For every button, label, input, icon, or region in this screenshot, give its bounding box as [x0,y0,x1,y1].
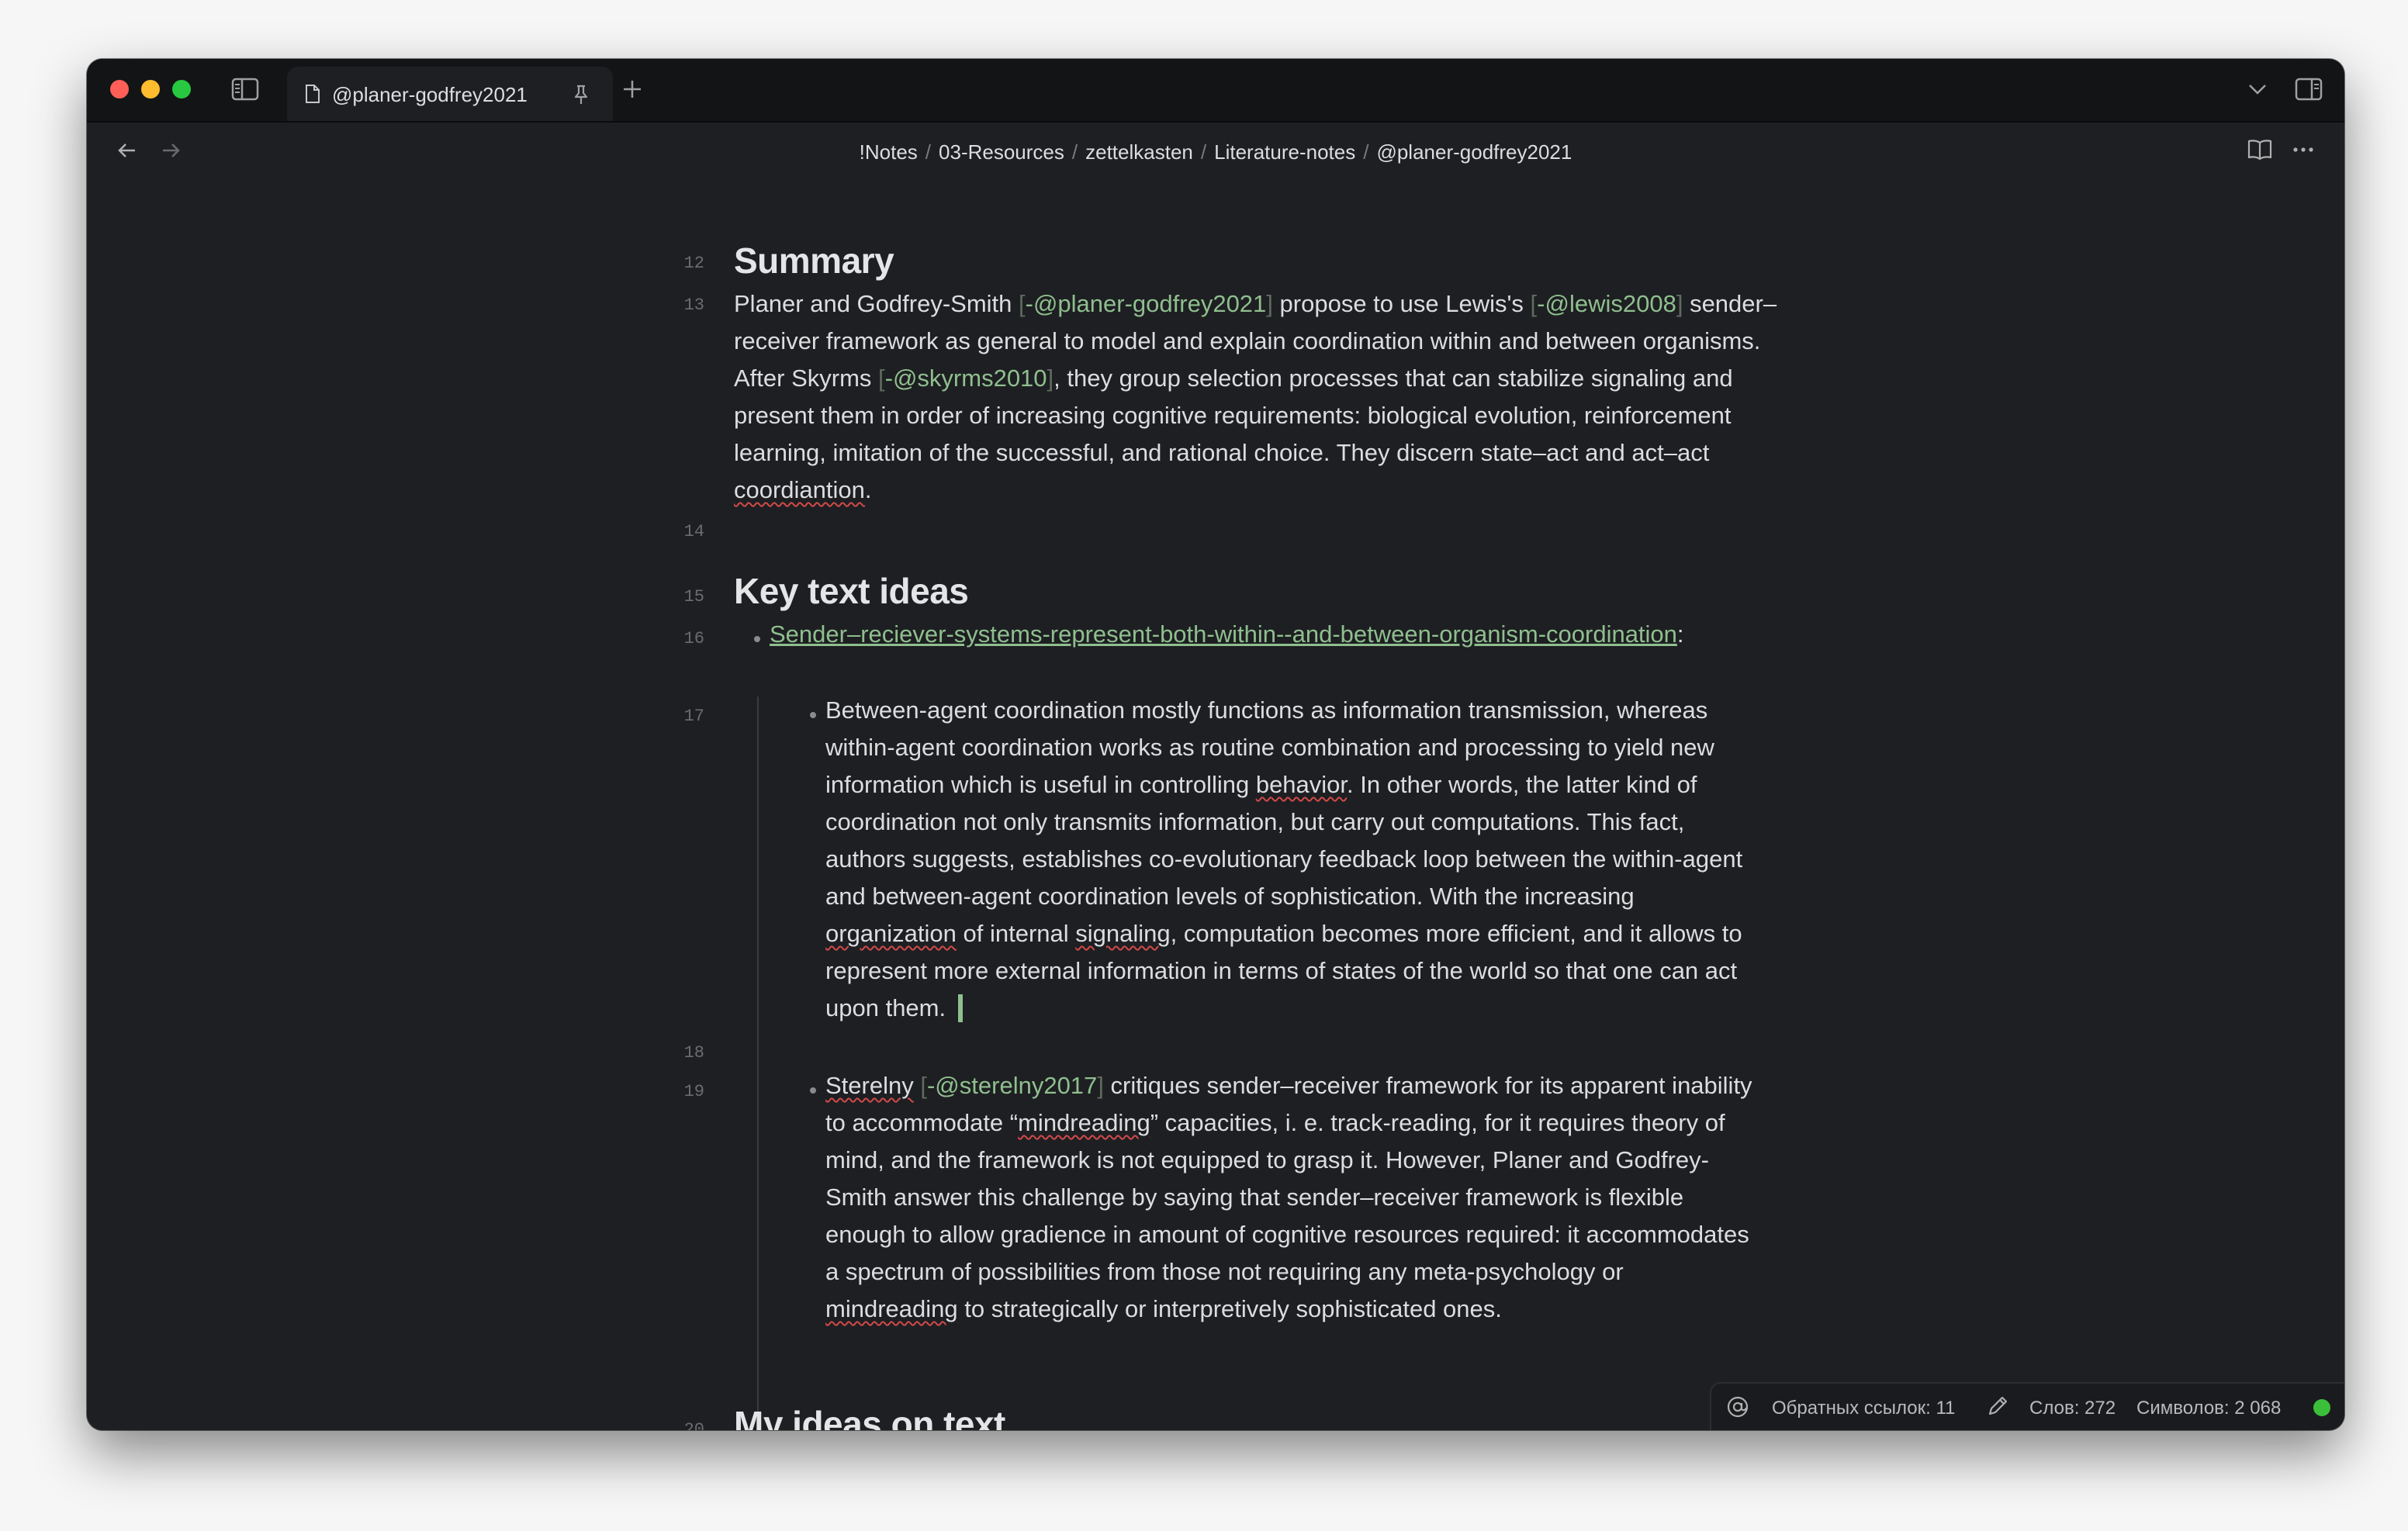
title-bar: @planer-godfrey2021 [87,59,2344,123]
breadcrumb-separator: / [1200,140,1207,164]
chevron-down-icon[interactable] [2247,81,2268,98]
misspelled-word[interactable]: behavior [1256,771,1347,798]
citation-bracket: ] [1097,1072,1104,1099]
line-number: 20 [683,1420,704,1430]
text-run: : [1676,620,1684,648]
line-number: 15 [683,587,704,607]
book-open-icon[interactable] [2247,138,2273,161]
pin-icon[interactable] [571,84,591,105]
line-number: 19 [683,1082,704,1101]
list-item: Between-agent coordination mostly functi… [825,692,1756,1027]
line-number: 17 [683,707,704,726]
breadcrumb-item[interactable]: 03-Resources [939,140,1064,164]
internal-link[interactable]: Sender–reciever-systems-represent-both-w… [770,620,1677,648]
citation-key: -@planer-godfrey2021 [1025,290,1267,317]
zoom-window-button[interactable] [172,80,191,98]
breadcrumb-item[interactable]: zettelkasten [1085,140,1193,164]
at-sign-icon[interactable] [1725,1394,1750,1419]
breadcrumb-separator: / [1071,140,1078,164]
citation-key: -@skyrms2010 [884,365,1047,392]
app-window: @planer-godfrey2021 !Notes / 03-Resources /… [87,59,2344,1430]
breadcrumb-item[interactable]: Literature-notes [1214,140,1355,164]
text-run: to strategically or interpretively sophi… [957,1295,1502,1322]
misspelled-word[interactable]: mindreading [1018,1109,1150,1136]
breadcrumb-item[interactable]: !Notes [860,140,918,164]
summary-paragraph: Planer and Godfrey-Smith [-@planer-godfr… [734,285,1797,509]
more-horizontal-icon[interactable] [2290,138,2316,161]
text-run: Planer and Godfrey-Smith [734,290,1019,317]
sidebar-toggle-icon[interactable] [231,78,259,101]
backlinks-count[interactable]: Обратных ссылок: 11 [1772,1398,1955,1419]
line-number: 16 [683,629,704,648]
citation-bracket: ] [1266,290,1273,317]
citation-key: -@lewis2008 [1537,290,1676,317]
pencil-icon[interactable] [1986,1394,2009,1418]
editor[interactable]: 12 13 14 15 16 17 18 19 20 21 Summary Pl… [87,181,2344,1430]
list-bullet [810,1087,816,1094]
character-count: Символов: 2 068 [2136,1398,2282,1419]
misspelled-word[interactable]: signaling [1075,920,1170,947]
status-bar: Обратных ссылок: 11 Слов: 272 Символов: … [1710,1382,2344,1430]
citation-bracket: [ [878,365,885,392]
misspelled-word[interactable]: Sterelny [825,1072,914,1099]
list-bullet [754,636,760,642]
minimize-window-button[interactable] [141,80,160,98]
plus-icon [624,81,641,98]
line-number: 12 [683,254,704,273]
misspelled-word[interactable]: coordiantion [734,476,865,503]
citation-key: -@sterelny2017 [926,1072,1098,1099]
misspelled-word[interactable]: organization [825,920,957,947]
breadcrumb-separator: / [925,140,932,164]
navigation-bar: !Notes / 03-Resources / zettelkasten / Literat… [87,123,2344,181]
text-run: propose to use Lewis's [1272,290,1531,317]
list-bullet [810,712,816,718]
word-count: Слов: 272 [2029,1398,2116,1419]
breadcrumb: !Notes / 03-Resources / zettelkasten / Literat… [87,140,2344,164]
close-window-button[interactable] [110,80,129,98]
sync-status-indicator[interactable] [2313,1399,2330,1416]
citation[interactable]: [-@lewis2008] [1531,290,1683,317]
right-sidebar-toggle-icon[interactable] [2295,78,2323,101]
indent-guide [757,696,759,1430]
file-icon [304,84,321,104]
misspelled-word[interactable]: mindreading [825,1295,958,1322]
list-item: Sterelny [-@sterelny2017] critiques send… [825,1067,1756,1328]
citation-bracket: ] [1047,365,1054,392]
citation-bracket: [ [1530,290,1538,317]
tab-active[interactable]: @planer-godfrey2021 [287,67,613,121]
heading-summary: Summary [734,240,894,281]
breadcrumb-current[interactable]: @planer-godfrey2021 [1376,140,1572,164]
citation[interactable]: [-@sterelny2017] [920,1072,1104,1099]
citation-bracket: [ [920,1072,927,1099]
text-run: of internal [956,920,1076,947]
line-number: 14 [683,522,704,541]
text-run: . [864,476,872,503]
tab-title: @planer-godfrey2021 [332,83,528,106]
breadcrumb-separator: / [1363,140,1369,164]
line-number: 18 [683,1043,704,1063]
line-number: 13 [683,295,704,315]
list-item: Sender–reciever-systems-represent-both-w… [770,616,1693,653]
citation[interactable]: [-@skyrms2010] [878,365,1054,392]
citation-bracket: [ [1019,290,1026,317]
heading-my-ideas: My ideas on text [734,1404,1005,1430]
text-cursor [958,994,964,1022]
new-tab-button[interactable] [619,76,645,102]
heading-key-ideas: Key text ideas [734,571,969,611]
citation[interactable]: [-@planer-godfrey2021] [1019,290,1273,317]
